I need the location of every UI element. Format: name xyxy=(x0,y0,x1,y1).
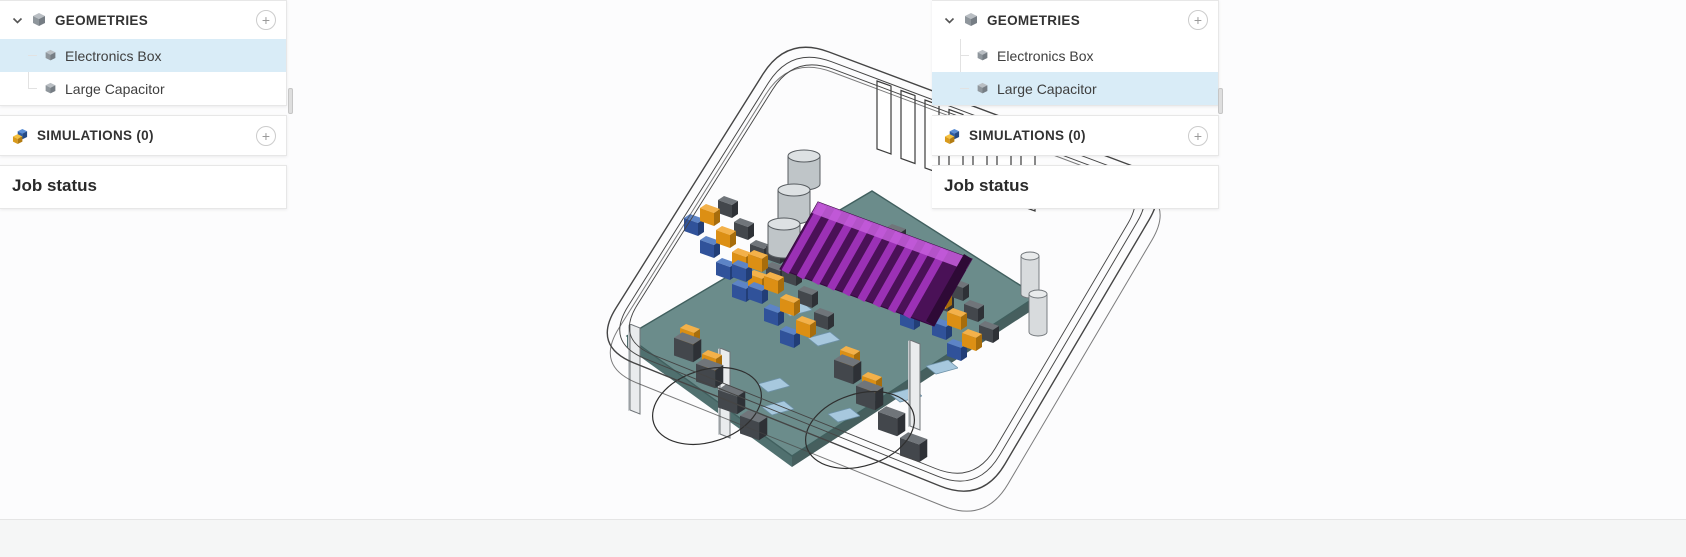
geometries-title: GEOMETRIES xyxy=(987,13,1180,28)
tree-item-label: Electronics Box xyxy=(65,48,161,64)
add-simulation-button[interactable]: + xyxy=(1188,126,1208,146)
sidebar-resize-handle[interactable] xyxy=(288,88,293,114)
geometries-header-right[interactable]: GEOMETRIES + xyxy=(932,1,1218,39)
geometries-title: GEOMETRIES xyxy=(55,13,248,28)
chevron-down-icon[interactable] xyxy=(944,15,955,26)
simulations-title: SIMULATIONS (0) xyxy=(969,128,1180,143)
simulations-title: SIMULATIONS (0) xyxy=(37,128,248,143)
chevron-down-icon[interactable] xyxy=(12,15,23,26)
add-geometry-button[interactable]: + xyxy=(256,10,276,30)
left-sidebar: GEOMETRIES + Electronics Box Large Capac… xyxy=(0,0,287,218)
tree-item-label: Large Capacitor xyxy=(65,81,165,97)
geometry-item-icon xyxy=(44,49,57,62)
add-simulation-button[interactable]: + xyxy=(256,126,276,146)
job-status-card-right: Job status xyxy=(932,165,1219,209)
geometry-item-icon xyxy=(976,82,989,95)
geometry-item-icon xyxy=(976,49,989,62)
geometry-icon xyxy=(963,12,979,28)
geometries-card-right: GEOMETRIES + Electronics Box Large Capac… xyxy=(932,0,1219,106)
tree-item-electronics-box[interactable]: Electronics Box xyxy=(0,39,286,72)
bottom-strip xyxy=(0,519,1686,557)
tree-item-large-capacitor[interactable]: Large Capacitor xyxy=(932,72,1218,105)
geometry-icon xyxy=(31,12,47,28)
add-geometry-button[interactable]: + xyxy=(1188,10,1208,30)
job-status-card-left: Job status xyxy=(0,165,287,209)
tree-item-large-capacitor[interactable]: Large Capacitor xyxy=(0,72,286,105)
viewport-large-capacitor[interactable] xyxy=(1219,0,1686,518)
geometry-item-icon xyxy=(44,82,57,95)
job-status-title: Job status xyxy=(0,166,286,208)
viewport-electronics-box[interactable] xyxy=(287,0,932,518)
simulations-icon xyxy=(12,128,29,144)
geometries-tree-right: Electronics Box Large Capacitor xyxy=(932,39,1218,105)
simulations-icon xyxy=(944,128,961,144)
tree-item-label: Electronics Box xyxy=(997,48,1093,64)
simulations-card-left: SIMULATIONS (0) + xyxy=(0,115,287,156)
tree-item-label: Large Capacitor xyxy=(997,81,1097,97)
geometries-tree-left: Electronics Box Large Capacitor xyxy=(0,39,286,105)
simulations-header-right[interactable]: SIMULATIONS (0) + xyxy=(932,116,1218,155)
job-status-title: Job status xyxy=(932,166,1218,208)
right-sidebar: GEOMETRIES + Electronics Box Large Capac… xyxy=(932,0,1219,218)
geometries-card-left: GEOMETRIES + Electronics Box Large Capac… xyxy=(0,0,287,106)
simulations-header-left[interactable]: SIMULATIONS (0) + xyxy=(0,116,286,155)
tree-item-electronics-box[interactable]: Electronics Box xyxy=(932,39,1218,72)
simulations-card-right: SIMULATIONS (0) + xyxy=(932,115,1219,156)
sidebar-resize-handle[interactable] xyxy=(1218,88,1223,114)
geometries-header-left[interactable]: GEOMETRIES + xyxy=(0,1,286,39)
